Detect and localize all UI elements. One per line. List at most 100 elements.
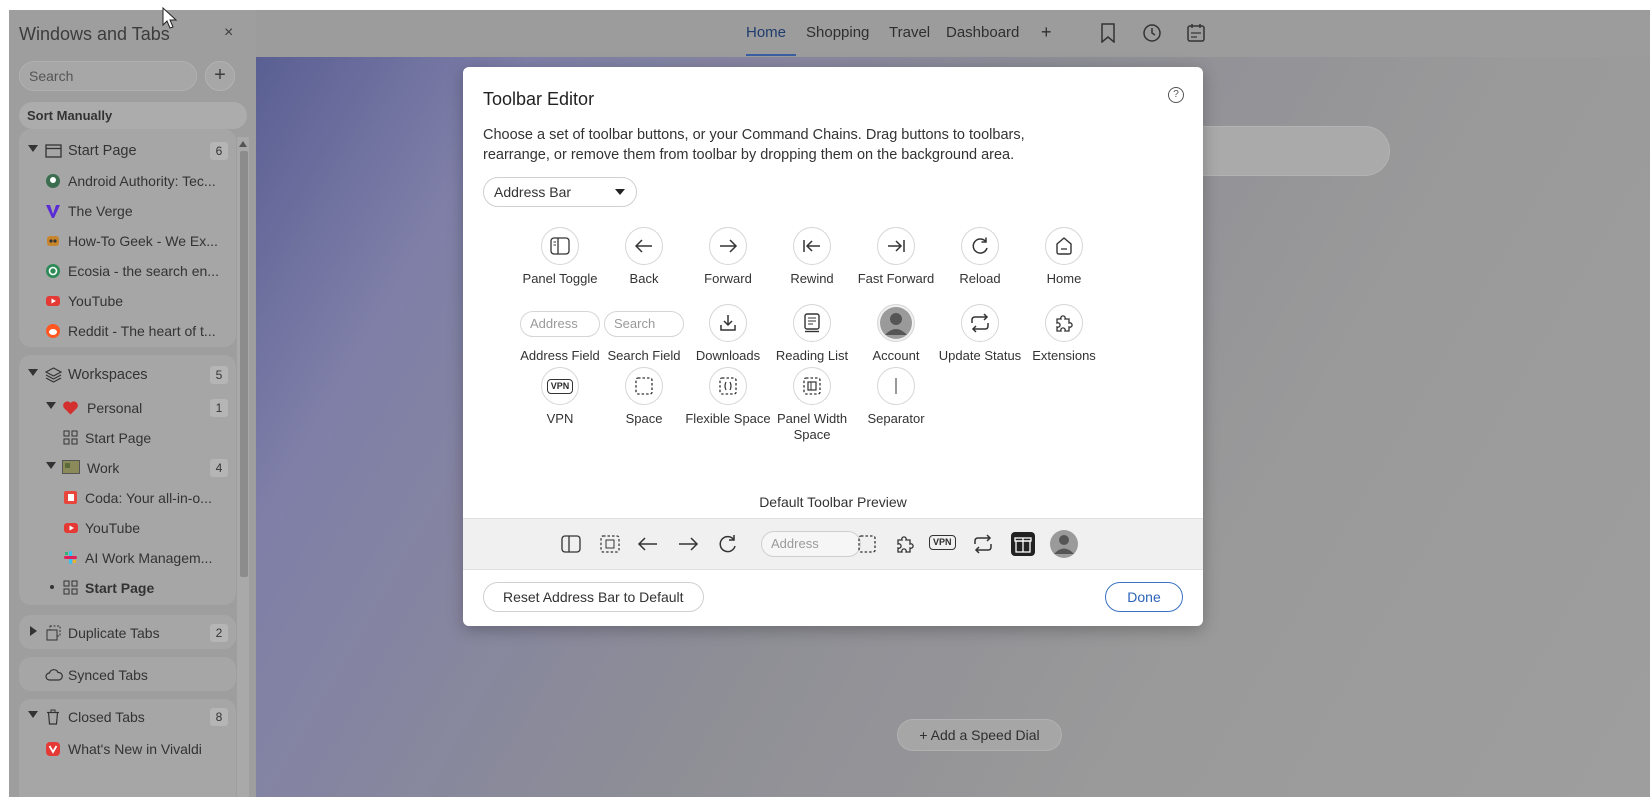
tab-row[interactable]: How-To Geek - We Ex... [19,225,236,255]
add-window-button[interactable]: + [205,61,235,91]
closed-tab-row[interactable]: What's New in Vivaldi [19,733,236,763]
collapse-triangle-icon[interactable] [28,369,38,376]
button-caption: Reload [959,271,1001,286]
extensions-button[interactable]: Extensions [1019,304,1109,364]
button-caption: Flexible Space [685,411,771,426]
panel-search-input[interactable]: Search [19,61,197,91]
address-field-preview[interactable]: Address [761,531,861,557]
rewind-button[interactable]: Rewind [767,227,857,287]
account-button[interactable]: Account [851,304,941,364]
bookmark-icon[interactable] [1100,23,1116,43]
forward-arrow-icon[interactable] [677,533,699,555]
vpn-icon[interactable]: VPN [929,535,956,550]
tab-label: YouTube [85,520,141,536]
preview-label: Default Toolbar Preview [759,494,907,510]
tab-row[interactable]: YouTube [19,285,236,315]
tab-row[interactable]: Android Authority: Tec... [19,165,236,195]
tab-row[interactable]: Start Page [19,422,236,452]
reset-address-bar-button[interactable]: Reset Address Bar to Default [483,582,704,612]
forward-button[interactable]: Forward [683,227,773,287]
add-tab-button[interactable]: + [1041,22,1052,43]
separator-button[interactable]: Separator [851,367,941,427]
tab-count-badge: 1 [210,399,228,417]
reading-list-button[interactable]: Reading List [767,304,857,364]
fast-forward-icon [886,238,906,254]
history-icon[interactable] [1142,23,1162,43]
tab-row[interactable]: Reddit - The heart of t... [19,315,236,345]
chevron-down-icon [615,189,625,195]
collapse-triangle-icon[interactable] [46,462,56,469]
vpn-button[interactable]: VPN VPN [515,367,605,427]
back-button[interactable]: Back [599,227,689,287]
search-field-button[interactable]: Search Search Field [599,304,689,364]
tab-home[interactable]: Home [746,24,786,41]
tab-label: How-To Geek - We Ex... [68,233,218,249]
workspace-personal-row[interactable]: Personal 1 [19,392,236,422]
scroll-up-arrow-icon[interactable] [239,141,247,147]
close-icon[interactable]: × [224,24,233,42]
workspaces-count-badge: 5 [210,366,228,384]
calendar-icon[interactable] [1186,23,1206,43]
flexible-space-icon [719,377,737,395]
back-arrow-icon[interactable] [637,533,659,555]
tab-count-badge: 4 [210,459,228,477]
button-caption: Downloads [695,348,761,363]
extensions-puzzle-icon [1054,313,1074,333]
panel-toggle-icon [550,237,570,255]
extensions-puzzle-icon[interactable] [894,533,916,555]
panel-toggle-button[interactable]: Panel Toggle [515,227,605,287]
space-button[interactable]: Space [599,367,689,427]
tab-row[interactable]: Coda: Your all-in-o... [19,482,236,512]
space-icon[interactable] [856,533,878,555]
duplicate-tabs-row[interactable]: Duplicate Tabs 2 [19,617,236,647]
done-button[interactable]: Done [1105,582,1183,612]
workspace-work-row[interactable]: Work 4 [19,452,236,482]
panel-scrollbar-thumb[interactable] [240,151,248,577]
workspaces-row[interactable]: Workspaces 5 [19,359,236,389]
update-status-button[interactable]: Update Status [935,304,1025,364]
address-field-button[interactable]: Address Address Field [515,304,605,364]
active-tab-row[interactable]: Start Page [19,572,236,602]
tab-dashboard[interactable]: Dashboard [946,24,1019,41]
reload-button[interactable]: Reload [935,227,1025,287]
add-speed-dial-button[interactable]: + Add a Speed Dial [897,719,1062,751]
collapse-triangle-icon[interactable] [28,145,38,152]
expand-triangle-icon[interactable] [30,626,37,636]
gift-icon[interactable] [1010,531,1036,557]
start-page-window-row[interactable]: Start Page 6 [19,135,236,165]
closed-tabs-row[interactable]: Closed Tabs 8 [19,701,236,731]
button-caption: Address Field [520,348,600,363]
downloads-icon [718,313,738,333]
collapse-triangle-icon[interactable] [28,711,38,718]
button-caption: Space [625,411,663,426]
tab-shopping[interactable]: Shopping [806,24,869,41]
tab-row[interactable]: AI Work Managem... [19,542,236,572]
panel-width-space-icon[interactable] [599,533,621,555]
account-avatar-icon[interactable] [1049,529,1079,559]
collapse-triangle-icon[interactable] [46,402,56,409]
tab-label: Android Authority: Tec... [68,173,216,189]
tab-row[interactable]: Ecosia - the search en... [19,255,236,285]
update-status-icon[interactable] [972,533,994,555]
sort-dropdown[interactable]: Sort Manually [19,102,247,129]
panel-toggle-icon[interactable] [560,533,582,555]
coda-favicon [63,490,79,506]
panel-width-space-button[interactable]: Panel Width Space [767,367,857,443]
reload-icon[interactable] [717,533,739,555]
speed-dial-icon [63,430,79,446]
tab-travel[interactable]: Travel [889,24,930,41]
tab-row[interactable]: YouTube [19,512,236,542]
button-caption: Forward [704,271,752,286]
duplicate-tabs-label: Duplicate Tabs [68,625,160,641]
start-page-tabbar: Home Shopping Travel Dashboard + [256,10,1650,57]
toolbar-select[interactable]: Address Bar [483,177,637,207]
ecosia-favicon [45,263,61,279]
flexible-space-button[interactable]: Flexible Space [683,367,773,427]
tab-row[interactable]: The Verge [19,195,236,225]
downloads-button[interactable]: Downloads [683,304,773,364]
synced-tabs-row[interactable]: Synced Tabs [19,659,236,689]
button-caption: Extensions [1032,348,1096,363]
home-button[interactable]: Home [1019,227,1109,287]
fast-forward-button[interactable]: Fast Forward [851,227,941,287]
help-icon[interactable]: ? [1168,87,1184,103]
